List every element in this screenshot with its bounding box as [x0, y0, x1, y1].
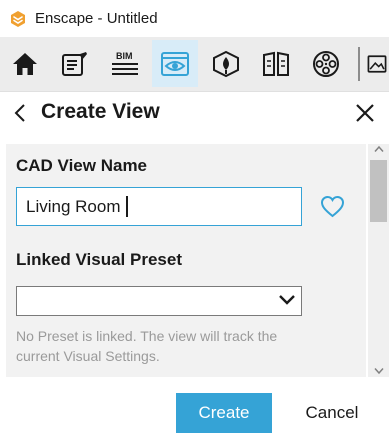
- main-toolbar: BIM: [0, 37, 389, 92]
- window-title: Enscape - Untitled: [35, 10, 158, 27]
- site-context-button[interactable]: [203, 40, 249, 87]
- create-button[interactable]: Create: [176, 393, 272, 433]
- notes-button[interactable]: [52, 40, 98, 87]
- scroll-down-arrow-icon[interactable]: [373, 367, 385, 375]
- home-icon: [13, 52, 37, 75]
- views-button[interactable]: [152, 40, 198, 87]
- image-button[interactable]: [365, 40, 389, 87]
- back-arrow-icon[interactable]: [12, 102, 30, 124]
- view-name-input[interactable]: [16, 187, 302, 226]
- toolbar-separator: [358, 47, 360, 81]
- cancel-button[interactable]: Cancel: [291, 393, 373, 433]
- bim-icon: BIM: [112, 51, 138, 75]
- scroll-up-arrow-icon[interactable]: [373, 145, 385, 153]
- scrollbar-thumb[interactable]: [370, 160, 387, 222]
- view-name-label: CAD View Name: [16, 156, 148, 175]
- bim-label: BIM: [116, 51, 133, 61]
- home-button[interactable]: [2, 40, 48, 87]
- chevron-down-icon: [279, 295, 295, 305]
- site-context-icon: [213, 50, 239, 77]
- heart-icon[interactable]: [320, 195, 345, 218]
- enscape-logo-icon: [11, 11, 25, 27]
- film-reel-icon: [313, 50, 339, 77]
- bim-button[interactable]: BIM: [102, 40, 148, 87]
- book-icon: [263, 51, 289, 76]
- image-icon: [367, 54, 387, 73]
- film-reel-button[interactable]: [303, 40, 349, 87]
- text-caret: [126, 196, 128, 217]
- visual-preset-select[interactable]: [16, 286, 302, 316]
- preset-help-text: No Preset is linked. The view will track…: [16, 328, 278, 364]
- views-icon: [161, 51, 189, 76]
- close-icon[interactable]: [354, 102, 376, 124]
- book-button[interactable]: [253, 40, 299, 87]
- panel-title: Create View: [41, 100, 160, 123]
- preset-label: Linked Visual Preset: [16, 250, 182, 269]
- window-titlebar: Enscape - Untitled: [0, 0, 389, 37]
- notes-icon: [62, 51, 87, 76]
